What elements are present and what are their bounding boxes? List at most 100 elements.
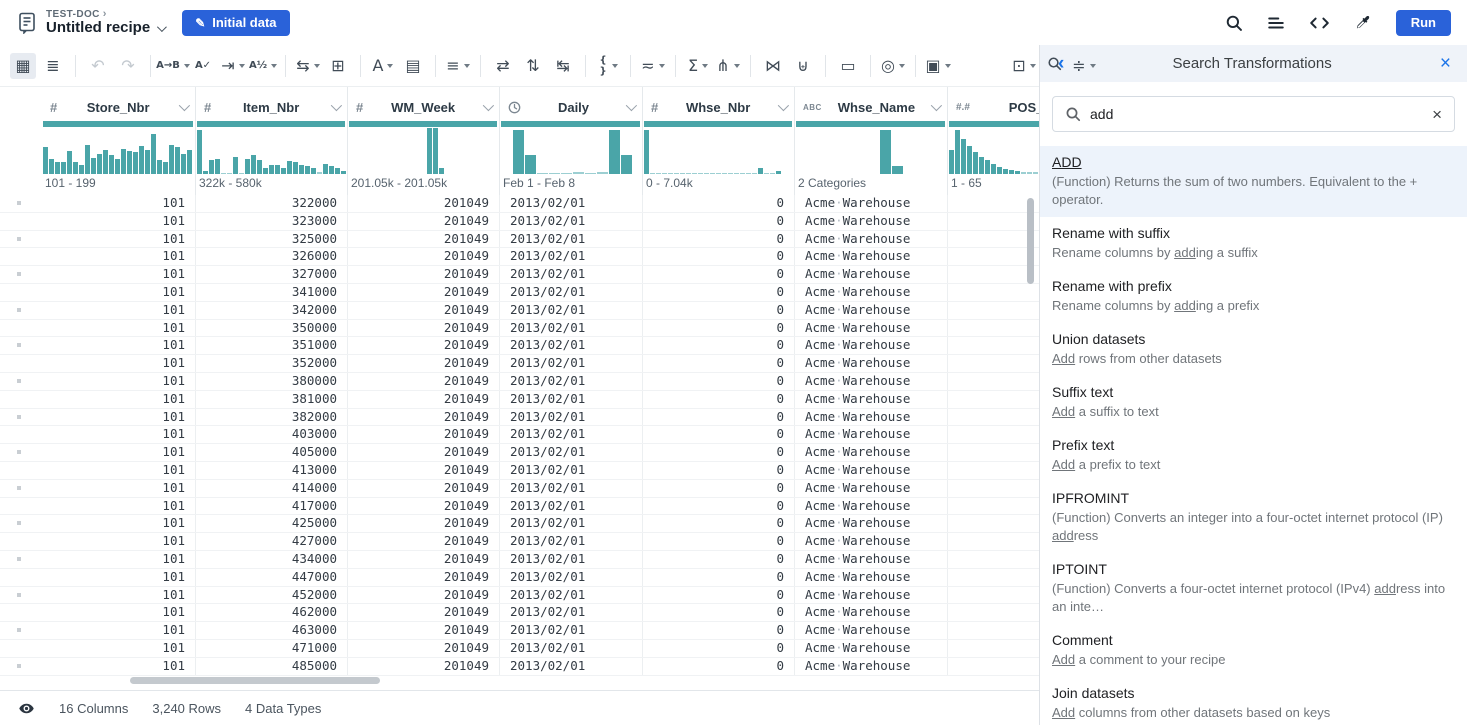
standardize-icon[interactable]: A✓ [190, 53, 216, 79]
grid-cell[interactable]: 2013/02/01 [500, 480, 643, 497]
row-gutter[interactable] [0, 320, 42, 337]
grid-cell[interactable]: 2013/02/01 [500, 355, 643, 372]
union-icon[interactable]: ⊎ [790, 53, 816, 79]
hist-bar[interactable] [181, 154, 186, 174]
row-gutter[interactable] [0, 266, 42, 283]
row-gutter[interactable] [0, 604, 42, 621]
hist-bar[interactable] [644, 130, 649, 174]
unpivot-icon[interactable]: ⇅ [520, 53, 546, 79]
hist-bar[interactable] [621, 155, 632, 174]
grid-cell[interactable]: 201049 [348, 409, 500, 426]
grid-cell[interactable]: 201049 [348, 266, 500, 283]
grid-cell[interactable]: 0 [643, 195, 795, 212]
grid-cell[interactable] [948, 498, 1039, 515]
hist-bar[interactable] [127, 151, 132, 174]
grid-cell[interactable]: 0 [643, 533, 795, 550]
hist-bar[interactable] [329, 166, 334, 174]
table-row[interactable]: 1014170002010492013/02/010Acme·Warehouse [0, 498, 1039, 516]
grid-cell[interactable] [948, 320, 1039, 337]
grid-cell[interactable] [948, 266, 1039, 283]
hist-bar[interactable] [561, 173, 572, 174]
grid-cell[interactable]: 0 [643, 604, 795, 621]
grid-cell[interactable]: 0 [643, 391, 795, 408]
cluster-icon[interactable]: ◎ [880, 53, 906, 79]
search-result-item[interactable]: CommentAdd a comment to your recipe [1040, 624, 1467, 677]
column-type-icon[interactable]: # [356, 100, 363, 115]
grid-cell[interactable] [948, 587, 1039, 604]
hist-bar[interactable] [139, 146, 144, 174]
column-histogram[interactable] [348, 128, 499, 174]
hist-bar[interactable] [979, 157, 984, 174]
grid-cell[interactable]: Acme·Warehouse [795, 587, 948, 604]
grid-cell[interactable]: 352000 [196, 355, 348, 372]
grid-cell[interactable]: 201049 [348, 248, 500, 265]
row-gutter[interactable] [0, 587, 42, 604]
grid-cell[interactable]: 2013/02/01 [500, 337, 643, 354]
grid-cell[interactable]: Acme·Warehouse [795, 302, 948, 319]
hist-bar[interactable] [949, 150, 954, 174]
grid-cell[interactable]: 201049 [348, 658, 500, 675]
hist-bar[interactable] [961, 139, 966, 174]
grid-cell[interactable] [948, 231, 1039, 248]
data-quality-bar[interactable] [796, 121, 945, 127]
search-result-item[interactable]: Join datasetsAdd columns from other data… [1040, 677, 1467, 725]
grid-cell[interactable]: Acme·Warehouse [795, 213, 948, 230]
grid-cell[interactable]: 2013/02/01 [500, 622, 643, 639]
hist-bar[interactable] [257, 160, 262, 174]
column-type-icon[interactable]: ABC [803, 103, 822, 112]
grid-cell[interactable]: 0 [643, 622, 795, 639]
grid-cell[interactable]: 101 [42, 515, 196, 532]
column-menu-chevron-icon[interactable] [483, 100, 494, 111]
grid-cell[interactable] [948, 604, 1039, 621]
grid-cell[interactable]: 2013/02/01 [500, 444, 643, 461]
grid-cell[interactable]: 2013/02/01 [500, 284, 643, 301]
grid-cell[interactable]: Acme·Warehouse [795, 337, 948, 354]
hist-bar[interactable] [169, 145, 174, 174]
grid-cell[interactable]: 325000 [196, 231, 348, 248]
grid-cell[interactable]: 201049 [348, 195, 500, 212]
format-text-icon[interactable]: A [370, 53, 396, 79]
data-quality-bar[interactable] [349, 121, 497, 127]
grid-cell[interactable]: 201049 [348, 444, 500, 461]
search-result-item[interactable]: IPTOINT(Function) Converts a four-octet … [1040, 553, 1467, 624]
grid-cell[interactable] [948, 248, 1039, 265]
data-quality-bar[interactable] [644, 121, 792, 127]
hist-bar[interactable] [269, 165, 274, 174]
hist-bar[interactable] [537, 173, 548, 174]
recipe-steps-icon[interactable] [1267, 14, 1285, 32]
grid-cell[interactable]: 2013/02/01 [500, 587, 643, 604]
hist-bar[interactable] [722, 173, 727, 174]
hist-bar[interactable] [985, 160, 990, 174]
table-row[interactable]: 1014470002010492013/02/010Acme·Warehouse [0, 569, 1039, 587]
split-icon[interactable]: ⇆ [295, 53, 321, 79]
data-quality-bar[interactable] [43, 121, 193, 127]
table-row[interactable]: 1013220002010492013/02/010Acme·Warehouse [0, 195, 1039, 213]
row-gutter[interactable] [0, 480, 42, 497]
grid-cell[interactable]: 101 [42, 213, 196, 230]
hist-bar[interactable] [151, 134, 156, 174]
table-row[interactable]: 1013410002010492013/02/010Acme·Warehouse [0, 284, 1039, 302]
settings-icon[interactable]: ≑ [1071, 53, 1097, 79]
table-row[interactable]: 1014630002010492013/02/010Acme·Warehouse [0, 622, 1039, 640]
row-gutter[interactable] [0, 231, 42, 248]
hist-bar[interactable] [698, 173, 703, 174]
hist-bar[interactable] [758, 168, 763, 174]
hist-bar[interactable] [209, 160, 214, 174]
table-row[interactable]: 1013270002010492013/02/010Acme·Warehouse [0, 266, 1039, 284]
grid-cell[interactable] [948, 213, 1039, 230]
grid-cell[interactable]: 405000 [196, 444, 348, 461]
grid-cell[interactable]: 2013/02/01 [500, 195, 643, 212]
row-gutter[interactable] [0, 355, 42, 372]
hist-bar[interactable] [704, 173, 709, 174]
grid-cell[interactable] [948, 426, 1039, 443]
grid-cell[interactable]: Acme·Warehouse [795, 604, 948, 621]
grid-cell[interactable]: 201049 [348, 569, 500, 586]
grid-cell[interactable]: 2013/02/01 [500, 231, 643, 248]
grid-cell[interactable]: 101 [42, 622, 196, 639]
grid-cell[interactable]: 0 [643, 640, 795, 657]
grid-cell[interactable]: Acme·Warehouse [795, 498, 948, 515]
group-by-icon[interactable]: ⋔ [715, 53, 741, 79]
table-row[interactable]: 1014140002010492013/02/010Acme·Warehouse [0, 480, 1039, 498]
grid-cell[interactable]: 0 [643, 248, 795, 265]
functions-icon[interactable]: { } [595, 53, 621, 79]
